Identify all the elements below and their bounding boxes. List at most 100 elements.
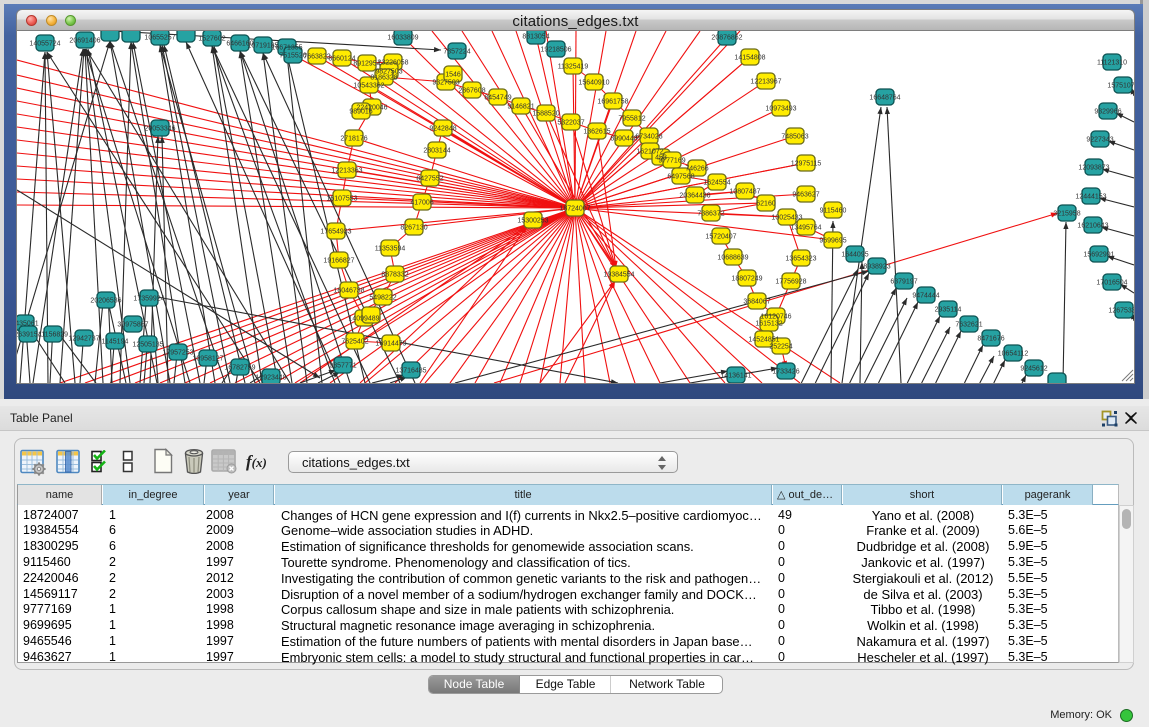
svg-text:9227343: 9227343 <box>1086 137 1113 144</box>
svg-text:5322037: 5322037 <box>557 120 584 127</box>
svg-text:8660124: 8660124 <box>328 56 355 63</box>
svg-text:1644095: 1644095 <box>841 252 868 259</box>
svg-text:11156829: 11156829 <box>38 332 68 339</box>
svg-text:11325419: 11325419 <box>558 64 589 71</box>
svg-text:2718176: 2718176 <box>340 136 367 143</box>
svg-text:62160: 62160 <box>756 201 776 208</box>
svg-text:12213967: 12213967 <box>750 79 781 86</box>
svg-text:15640910: 15640910 <box>578 80 609 87</box>
svg-text:17756928: 17756928 <box>775 279 806 286</box>
svg-text:8471676: 8471676 <box>977 336 1004 343</box>
svg-text:9245612: 9245612 <box>1020 366 1047 373</box>
svg-text:16033809: 16033809 <box>387 35 418 42</box>
svg-text:1588520: 1588520 <box>532 111 559 118</box>
svg-text:15751074: 15751074 <box>1107 83 1134 90</box>
svg-text:16210643: 16210643 <box>1077 223 1108 230</box>
svg-text:12923448: 12923448 <box>255 375 286 382</box>
svg-text:16648764: 16648764 <box>869 95 900 102</box>
svg-text:13495764: 13495764 <box>790 225 821 232</box>
svg-text:10543362: 10543362 <box>353 83 384 90</box>
svg-text:9699695: 9699695 <box>819 238 846 245</box>
svg-text:19218506: 19218506 <box>540 47 571 54</box>
svg-text:8454749: 8454749 <box>484 95 511 102</box>
svg-text:1362615: 1362615 <box>583 129 610 136</box>
svg-text:7357224: 7357224 <box>443 49 470 56</box>
svg-text:13654323: 13654323 <box>785 256 816 263</box>
svg-text:14055724: 14055724 <box>29 41 60 48</box>
svg-text:8427552: 8427552 <box>416 176 443 183</box>
svg-text:10958127: 10958127 <box>192 356 223 363</box>
svg-text:9327503: 9327503 <box>432 80 459 87</box>
svg-text:13716485: 13716485 <box>395 368 426 375</box>
svg-text:15692991: 15692991 <box>1083 252 1114 259</box>
svg-text:14524851: 14524851 <box>748 337 779 344</box>
svg-text:5498222: 5498222 <box>369 295 396 302</box>
svg-text:17016504: 17016504 <box>1096 280 1127 287</box>
svg-text:18724007: 18724007 <box>559 206 590 213</box>
svg-text:12213363: 12213363 <box>331 168 362 175</box>
svg-text:16782759: 16782759 <box>224 365 255 372</box>
svg-text:9777169: 9777169 <box>658 158 685 165</box>
svg-text:11121310: 11121310 <box>1097 60 1127 67</box>
svg-text:8813054: 8813054 <box>522 34 549 41</box>
svg-text:17359924: 17359924 <box>133 296 164 303</box>
svg-text:7663822: 7663822 <box>303 54 330 61</box>
svg-text:12505135: 12505135 <box>132 342 163 349</box>
svg-text:8938923: 8938923 <box>863 264 890 271</box>
svg-text:14099489: 14099489 <box>348 316 379 323</box>
svg-text:16046738: 16046738 <box>333 288 364 295</box>
svg-text:1527602: 1527602 <box>198 36 225 43</box>
svg-text:9463627: 9463627 <box>792 192 819 199</box>
svg-text:30975867: 30975867 <box>117 322 148 329</box>
svg-text:2867608: 2867608 <box>458 88 485 95</box>
svg-text:6497568: 6497568 <box>667 174 694 181</box>
svg-text:3215958: 3215958 <box>1053 211 1080 218</box>
svg-text:1546: 1546 <box>445 72 461 79</box>
svg-text:6379197: 6379197 <box>890 279 917 286</box>
svg-text:7955812: 7955812 <box>618 116 645 123</box>
svg-text:20206536: 20206536 <box>90 298 121 305</box>
svg-text:15720407: 15720407 <box>705 234 736 241</box>
svg-text:252254: 252254 <box>769 344 792 351</box>
svg-text:18807249: 18807249 <box>731 276 762 283</box>
svg-text:19166827: 19166827 <box>323 258 354 265</box>
svg-text:417006: 417006 <box>410 200 433 207</box>
svg-text:9329966: 9329966 <box>1094 109 1121 116</box>
svg-text:9474444: 9474444 <box>912 293 939 300</box>
svg-text:17654933: 17654933 <box>320 229 351 236</box>
svg-text:8186328: 8186328 <box>370 75 397 82</box>
svg-text:20876862: 20876862 <box>711 35 742 42</box>
svg-text:12675339: 12675339 <box>1108 308 1134 315</box>
svg-text:1145194: 1145194 <box>102 339 129 346</box>
svg-text:10655257: 10655257 <box>144 35 175 42</box>
svg-text:7632621: 7632621 <box>955 322 982 329</box>
svg-text:7485063: 7485063 <box>781 134 808 141</box>
svg-text:20364436: 20364436 <box>679 193 710 200</box>
svg-text:989016: 989016 <box>349 109 372 116</box>
svg-text:7386372: 7386372 <box>697 211 724 218</box>
svg-text:9146821: 9146821 <box>507 104 534 111</box>
svg-text:1624554: 1624554 <box>703 180 730 187</box>
svg-text:10025433: 10025433 <box>771 215 802 222</box>
svg-text:19384554: 19384554 <box>603 272 634 279</box>
svg-text:10807487: 10807487 <box>729 189 760 196</box>
svg-text:14154808: 14154808 <box>734 55 765 62</box>
svg-text:16961758: 16961758 <box>597 99 628 106</box>
svg-text:9857771: 9857771 <box>329 363 356 370</box>
svg-text:8435061: 8435061 <box>17 321 39 328</box>
svg-text:2803144: 2803144 <box>423 148 450 155</box>
svg-text:16914479: 16914479 <box>375 341 406 348</box>
svg-text:16107553: 16107553 <box>326 196 357 203</box>
svg-text:10973493: 10973493 <box>765 106 796 113</box>
svg-text:9242848: 9242848 <box>429 126 456 133</box>
svg-text:1733426: 1733426 <box>772 369 799 376</box>
svg-text:6734028: 6734028 <box>635 134 662 141</box>
svg-text:10654112: 10654112 <box>998 351 1029 358</box>
svg-text:9115460: 9115460 <box>820 208 847 215</box>
svg-text:12942737: 12942737 <box>68 336 99 343</box>
svg-text:15300253: 15300253 <box>517 218 548 225</box>
svg-text:1615132: 1615132 <box>755 321 782 328</box>
svg-text:8990448: 8990448 <box>610 136 637 143</box>
svg-text:16120746: 16120746 <box>760 314 791 321</box>
svg-text:8878332: 8878332 <box>381 272 408 279</box>
